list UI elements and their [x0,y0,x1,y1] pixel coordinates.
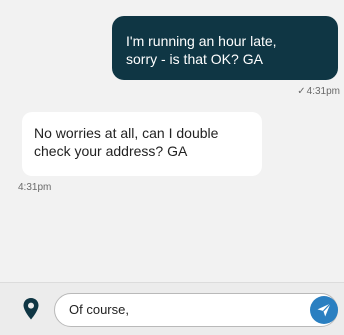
message-composer: Of course, [0,282,344,335]
incoming-message-bubble: No worries at all, can I double check yo… [22,112,262,176]
outgoing-message-time: 4:31pm [306,86,340,97]
send-button[interactable] [310,296,338,324]
outgoing-message-meta: ✓4:31pm [297,86,340,97]
message-input[interactable]: Of course, [54,293,338,327]
location-pin-icon[interactable] [22,297,40,321]
incoming-message-text-line-1: No worries at all, can I double [34,125,219,141]
incoming-message-text-line-2: check your address? GA [34,143,188,159]
check-icon: ✓ [297,86,306,97]
outgoing-message-text-line-1: I'm running an hour late, [126,33,277,49]
outgoing-message-bubble: I'm running an hour late, sorry - is tha… [112,16,338,80]
message-thread: I'm running an hour late, sorry - is tha… [0,0,344,282]
chat-screen: I'm running an hour late, sorry - is tha… [0,0,344,335]
outgoing-message-text-line-2: sorry - is that OK? GA [126,51,263,67]
incoming-message-time: 4:31pm [18,182,52,193]
send-icon [317,303,331,317]
